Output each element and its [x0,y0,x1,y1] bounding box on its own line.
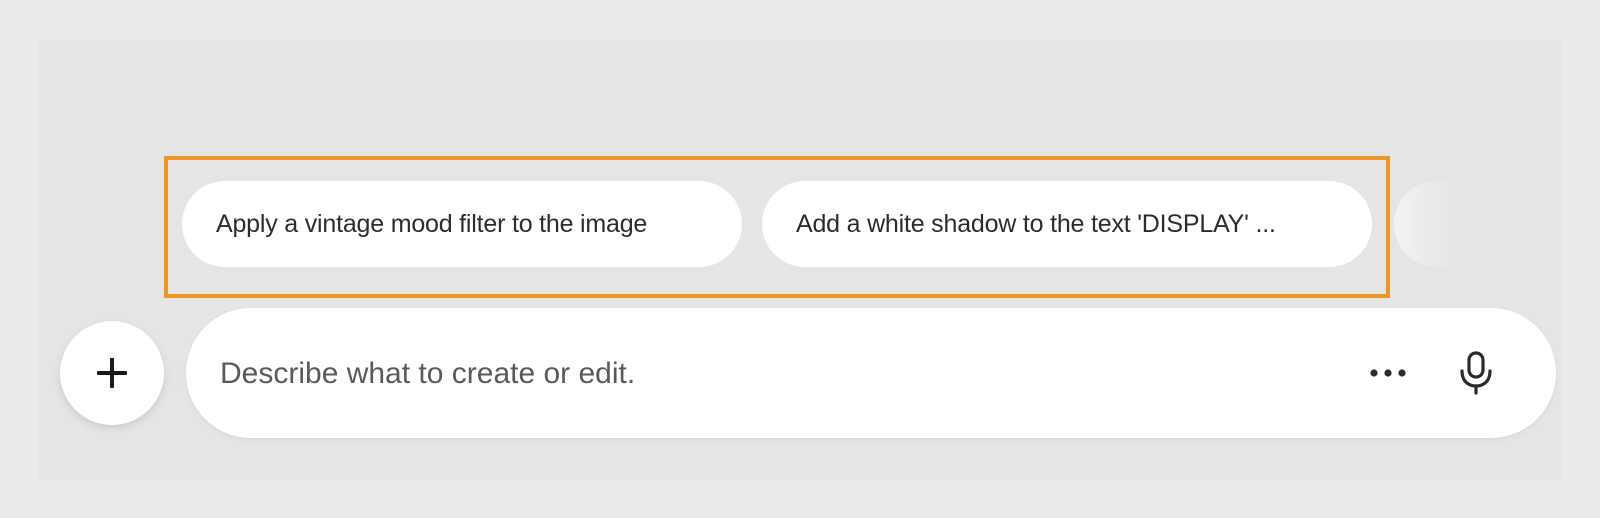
plus-icon [97,358,127,388]
add-button[interactable] [60,321,164,425]
more-options-button[interactable] [1366,353,1410,393]
microphone-button[interactable] [1450,347,1502,399]
prompt-input[interactable] [218,308,1302,440]
prompt-bar [186,308,1556,440]
more-horizontal-icon [1370,369,1406,377]
suggestions-highlight-frame [164,156,1390,298]
microphone-icon [1460,351,1492,395]
